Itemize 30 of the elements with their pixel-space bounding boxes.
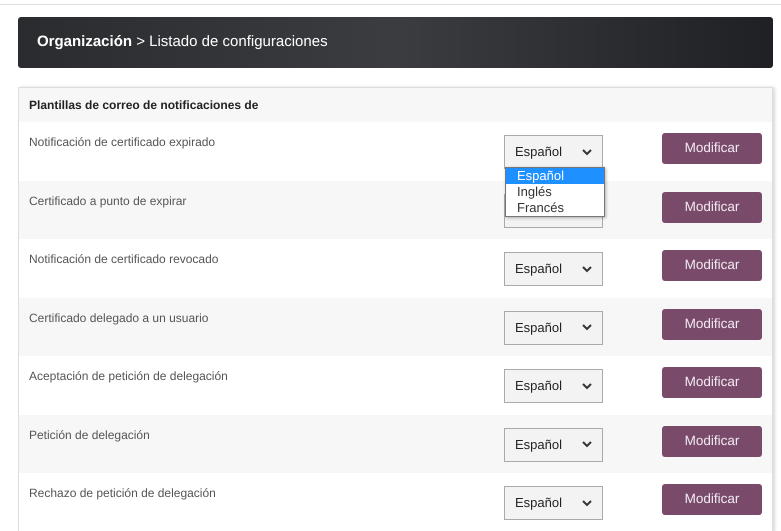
dropdown-option[interactable]: Inglés: [506, 184, 604, 200]
chevron-icon: [582, 266, 592, 272]
breadcrumb-text: Organización > Listado de configuraciones: [37, 32, 328, 52]
modify-button[interactable]: Modificar: [662, 250, 762, 281]
modify-button[interactable]: Modificar: [662, 133, 762, 164]
row-label: Rechazo de petición de delegación: [29, 485, 217, 502]
section-title: Plantillas de correo de notificaciones de: [29, 97, 258, 114]
dropdown-option[interactable]: Francés: [506, 200, 604, 216]
chevron-icon: [582, 500, 592, 506]
language-select[interactable]: Español: [504, 428, 603, 462]
chevron-icon: [582, 324, 592, 331]
modify-button[interactable]: Modificar: [662, 484, 762, 515]
chevron-icon: [582, 441, 592, 448]
row-label: Aceptación de petición de delegación: [29, 368, 229, 385]
language-select[interactable]: Español: [504, 135, 603, 169]
chevron-icon: [582, 148, 592, 156]
row-label: Notificación de certificado revocado: [29, 251, 220, 268]
row-label: Certificado a punto de expirar: [29, 192, 188, 210]
language-select[interactable]: Español: [504, 252, 603, 286]
modify-button[interactable]: Modificar: [662, 367, 762, 398]
language-select[interactable]: Español: [504, 486, 603, 520]
modify-button[interactable]: Modificar: [662, 308, 762, 340]
modify-button[interactable]: Modificar: [662, 192, 762, 222]
row-label: Notificación de certificado expirado: [29, 134, 216, 151]
row-label: Certificado delegado a un usuario: [29, 310, 210, 326]
row-label: Petición de delegación: [29, 426, 151, 444]
language-select[interactable]: Español: [504, 369, 603, 403]
modify-button[interactable]: Modificar: [662, 426, 762, 456]
chevron-icon: [582, 382, 592, 390]
language-select[interactable]: Español: [504, 310, 603, 344]
